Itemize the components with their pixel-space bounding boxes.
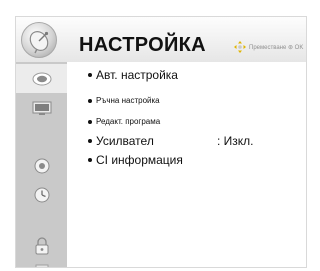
bullet-icon — [88, 119, 92, 124]
navigation-hint-text: Преместване ⊛ OK — [249, 44, 304, 51]
page-title: НАСТРОЙКА — [79, 34, 206, 56]
screen: НАСТРОЙКА Преместване ⊛ OK Авт. настройк… — [0, 0, 320, 271]
sidebar-item-setup[interactable] — [16, 64, 67, 93]
menu-item-label: Редакт. програма — [96, 117, 161, 126]
menu-item-label: Авт. настройка — [96, 68, 178, 82]
menu-item-label: Усилвател — [96, 134, 154, 148]
navigation-hint: Преместване ⊛ OK — [234, 41, 303, 53]
bullet-icon — [88, 139, 92, 143]
sidebar-item-audio[interactable] — [16, 151, 67, 180]
clock-icon — [34, 187, 49, 202]
navigation-arrows-icon — [234, 41, 246, 53]
satellite-dish-icon — [21, 22, 57, 58]
bullet-icon — [88, 98, 92, 103]
menu-item-label: Ръчна настройка — [96, 96, 160, 105]
speaker-icon — [34, 158, 49, 173]
setup-menu-panel: НАСТРОЙКА Преместване ⊛ OK Авт. настройк… — [15, 16, 307, 268]
menu-item-label: CI информация — [96, 153, 183, 167]
menu-item-program-edit[interactable]: Редакт. програма — [88, 117, 160, 126]
tv-screen-icon — [32, 101, 51, 115]
sidebar-item-picture[interactable] — [16, 93, 67, 122]
sidebar-item-options[interactable] — [16, 255, 67, 267]
menu-item-auto-tuning[interactable]: Авт. настройка — [88, 68, 178, 82]
menu-header: НАСТРОЙКА Преместване ⊛ OK — [16, 17, 306, 62]
category-sidebar — [16, 62, 67, 267]
options-icon — [35, 264, 48, 267]
menu-item-booster[interactable]: Усилвател — [88, 134, 154, 148]
satellite-dish-icon — [32, 72, 51, 85]
menu-item-ci-information[interactable]: CI информация — [88, 153, 183, 167]
bullet-icon — [88, 158, 92, 162]
bullet-icon — [88, 73, 92, 77]
booster-value: : Изкл. — [217, 134, 254, 148]
menu-content: Авт. настройка Ръчна настройка Редакт. п… — [67, 62, 306, 267]
lock-icon — [35, 236, 48, 254]
sidebar-item-time[interactable] — [16, 180, 67, 209]
menu-item-manual-tuning[interactable]: Ръчна настройка — [88, 96, 160, 105]
